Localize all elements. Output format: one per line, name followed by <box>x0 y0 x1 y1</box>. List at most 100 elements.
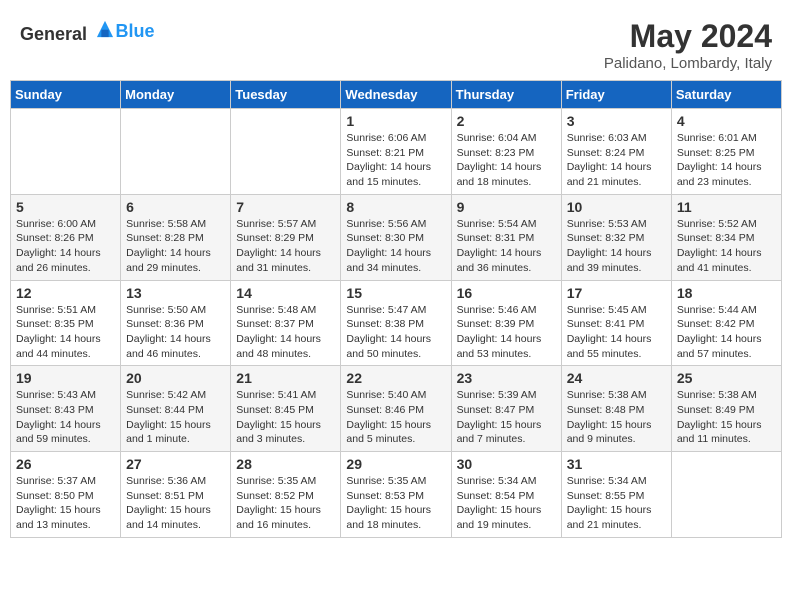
day-number: 18 <box>677 285 776 301</box>
col-header-tuesday: Tuesday <box>231 81 341 109</box>
calendar-cell: 21Sunrise: 5:41 AM Sunset: 8:45 PM Dayli… <box>231 366 341 452</box>
calendar-cell <box>671 452 781 538</box>
col-header-saturday: Saturday <box>671 81 781 109</box>
day-info: Sunrise: 6:01 AM Sunset: 8:25 PM Dayligh… <box>677 131 776 190</box>
calendar-cell: 1 Sunrise: 6:06 AM Sunset: 8:21 PM Daylig… <box>341 109 451 195</box>
calendar-cell: 24 Sunrise: 5:38 AM Sunset: 8:48 PM Dayli… <box>561 366 671 452</box>
location-title: Palidano, Lombardy, Italy <box>604 55 772 72</box>
logo-general: General <box>20 24 87 44</box>
day-number: 6 <box>126 199 225 215</box>
calendar-cell: 27Sunrise: 5:36 AM Sunset: 8:51 PM Dayli… <box>121 452 231 538</box>
day-info: Sunrise: 5:46 AM Sunset: 8:39 PM Dayligh… <box>457 303 556 362</box>
day-number: 2 <box>457 113 556 129</box>
calendar-cell: 8 Sunrise: 5:56 AM Sunset: 8:30 PM Daylig… <box>341 194 451 280</box>
logo-icon <box>94 18 116 40</box>
page-header: General Blue May 2024 Palidano, Lombardy… <box>10 10 782 76</box>
day-number: 21 <box>236 370 335 386</box>
calendar-week-1: 1 Sunrise: 6:06 AM Sunset: 8:21 PM Daylig… <box>11 109 782 195</box>
day-number: 13 <box>126 285 225 301</box>
calendar-week-4: 19 Sunrise: 5:43 AM Sunset: 8:43 PM Dayli… <box>11 366 782 452</box>
logo: General Blue <box>20 18 155 45</box>
calendar-cell: 20Sunrise: 5:42 AM Sunset: 8:44 PM Dayli… <box>121 366 231 452</box>
day-number: 24 <box>567 370 666 386</box>
day-number: 31 <box>567 456 666 472</box>
day-number: 30 <box>457 456 556 472</box>
day-number: 17 <box>567 285 666 301</box>
calendar-cell: 9 Sunrise: 5:54 AM Sunset: 8:31 PM Daylig… <box>451 194 561 280</box>
calendar-week-2: 5 Sunrise: 6:00 AM Sunset: 8:26 PM Daylig… <box>11 194 782 280</box>
day-number: 7 <box>236 199 335 215</box>
calendar-cell: 17 Sunrise: 5:45 AM Sunset: 8:41 PM Dayli… <box>561 280 671 366</box>
calendar-cell: 12 Sunrise: 5:51 AM Sunset: 8:35 PM Dayli… <box>11 280 121 366</box>
day-info: Sunrise: 5:38 AM Sunset: 8:48 PM Dayligh… <box>567 388 666 447</box>
calendar-header-row: SundayMondayTuesdayWednesdayThursdayFrid… <box>11 81 782 109</box>
day-number: 22 <box>346 370 445 386</box>
calendar-cell: 2 Sunrise: 6:04 AM Sunset: 8:23 PM Daylig… <box>451 109 561 195</box>
calendar-cell: 3Sunrise: 6:03 AM Sunset: 8:24 PM Daylig… <box>561 109 671 195</box>
day-info: Sunrise: 6:00 AM Sunset: 8:26 PM Dayligh… <box>16 217 115 276</box>
calendar-cell: 4 Sunrise: 6:01 AM Sunset: 8:25 PM Daylig… <box>671 109 781 195</box>
day-number: 14 <box>236 285 335 301</box>
day-number: 1 <box>346 113 445 129</box>
day-info: Sunrise: 6:03 AM Sunset: 8:24 PM Dayligh… <box>567 131 666 190</box>
day-info: Sunrise: 5:35 AM Sunset: 8:53 PM Dayligh… <box>346 474 445 533</box>
calendar-cell <box>121 109 231 195</box>
day-info: Sunrise: 5:51 AM Sunset: 8:35 PM Dayligh… <box>16 303 115 362</box>
day-info: Sunrise: 6:04 AM Sunset: 8:23 PM Dayligh… <box>457 131 556 190</box>
day-number: 4 <box>677 113 776 129</box>
day-number: 12 <box>16 285 115 301</box>
day-number: 5 <box>16 199 115 215</box>
calendar-cell: 6Sunrise: 5:58 AM Sunset: 8:28 PM Daylig… <box>121 194 231 280</box>
day-number: 19 <box>16 370 115 386</box>
day-number: 15 <box>346 285 445 301</box>
calendar-cell: 11Sunrise: 5:52 AM Sunset: 8:34 PM Dayli… <box>671 194 781 280</box>
day-info: Sunrise: 5:35 AM Sunset: 8:52 PM Dayligh… <box>236 474 335 533</box>
day-info: Sunrise: 5:40 AM Sunset: 8:46 PM Dayligh… <box>346 388 445 447</box>
day-number: 26 <box>16 456 115 472</box>
calendar-cell: 22 Sunrise: 5:40 AM Sunset: 8:46 PM Dayli… <box>341 366 451 452</box>
col-header-thursday: Thursday <box>451 81 561 109</box>
day-number: 28 <box>236 456 335 472</box>
calendar-cell: 7 Sunrise: 5:57 AM Sunset: 8:29 PM Daylig… <box>231 194 341 280</box>
calendar-cell: 26Sunrise: 5:37 AM Sunset: 8:50 PM Dayli… <box>11 452 121 538</box>
col-header-monday: Monday <box>121 81 231 109</box>
calendar-cell <box>11 109 121 195</box>
day-number: 25 <box>677 370 776 386</box>
logo-blue: Blue <box>116 21 155 41</box>
day-info: Sunrise: 5:48 AM Sunset: 8:37 PM Dayligh… <box>236 303 335 362</box>
calendar-cell: 14 Sunrise: 5:48 AM Sunset: 8:37 PM Dayli… <box>231 280 341 366</box>
day-number: 8 <box>346 199 445 215</box>
day-info: Sunrise: 5:42 AM Sunset: 8:44 PM Dayligh… <box>126 388 225 447</box>
calendar-cell: 29 Sunrise: 5:35 AM Sunset: 8:53 PM Dayli… <box>341 452 451 538</box>
day-number: 29 <box>346 456 445 472</box>
calendar-cell: 28 Sunrise: 5:35 AM Sunset: 8:52 PM Dayli… <box>231 452 341 538</box>
calendar-cell: 10Sunrise: 5:53 AM Sunset: 8:32 PM Dayli… <box>561 194 671 280</box>
calendar-cell: 15 Sunrise: 5:47 AM Sunset: 8:38 PM Dayli… <box>341 280 451 366</box>
calendar-cell <box>231 109 341 195</box>
day-info: Sunrise: 5:47 AM Sunset: 8:38 PM Dayligh… <box>346 303 445 362</box>
day-info: Sunrise: 5:36 AM Sunset: 8:51 PM Dayligh… <box>126 474 225 533</box>
day-info: Sunrise: 5:34 AM Sunset: 8:55 PM Dayligh… <box>567 474 666 533</box>
day-number: 10 <box>567 199 666 215</box>
day-info: Sunrise: 5:34 AM Sunset: 8:54 PM Dayligh… <box>457 474 556 533</box>
calendar-cell: 30 Sunrise: 5:34 AM Sunset: 8:54 PM Dayli… <box>451 452 561 538</box>
calendar-week-5: 26Sunrise: 5:37 AM Sunset: 8:50 PM Dayli… <box>11 452 782 538</box>
col-header-friday: Friday <box>561 81 671 109</box>
day-info: Sunrise: 6:06 AM Sunset: 8:21 PM Dayligh… <box>346 131 445 190</box>
day-number: 9 <box>457 199 556 215</box>
day-info: Sunrise: 5:45 AM Sunset: 8:41 PM Dayligh… <box>567 303 666 362</box>
calendar-cell: 23Sunrise: 5:39 AM Sunset: 8:47 PM Dayli… <box>451 366 561 452</box>
day-info: Sunrise: 5:57 AM Sunset: 8:29 PM Dayligh… <box>236 217 335 276</box>
day-number: 16 <box>457 285 556 301</box>
calendar-week-3: 12 Sunrise: 5:51 AM Sunset: 8:35 PM Dayli… <box>11 280 782 366</box>
calendar-cell: 13 Sunrise: 5:50 AM Sunset: 8:36 PM Dayli… <box>121 280 231 366</box>
col-header-sunday: Sunday <box>11 81 121 109</box>
month-title: May 2024 <box>604 18 772 55</box>
day-info: Sunrise: 5:54 AM Sunset: 8:31 PM Dayligh… <box>457 217 556 276</box>
day-info: Sunrise: 5:56 AM Sunset: 8:30 PM Dayligh… <box>346 217 445 276</box>
day-info: Sunrise: 5:44 AM Sunset: 8:42 PM Dayligh… <box>677 303 776 362</box>
day-info: Sunrise: 5:43 AM Sunset: 8:43 PM Dayligh… <box>16 388 115 447</box>
day-info: Sunrise: 5:52 AM Sunset: 8:34 PM Dayligh… <box>677 217 776 276</box>
day-info: Sunrise: 5:50 AM Sunset: 8:36 PM Dayligh… <box>126 303 225 362</box>
col-header-wednesday: Wednesday <box>341 81 451 109</box>
